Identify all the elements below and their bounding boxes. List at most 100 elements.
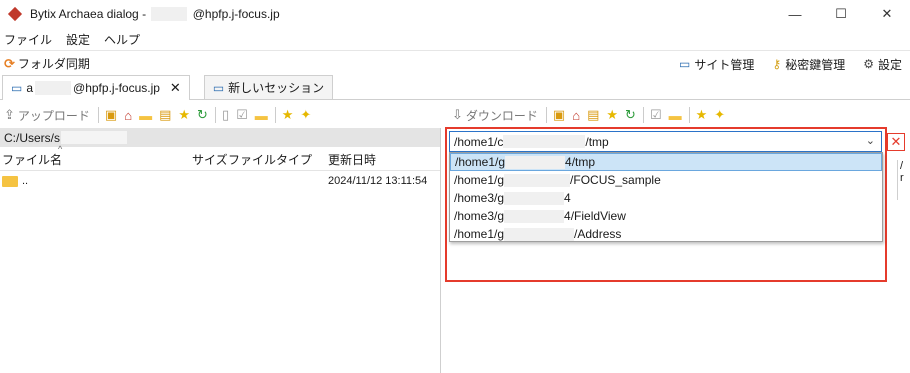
add-folder-icon[interactable]: ▬ [669,108,682,123]
close-icon[interactable]: ✕ [887,133,905,151]
right-toolbar: ▭ サイト管理 ⚷ 秘密鍵管理 ⚙ 設定 [661,51,902,77]
checklist-icon[interactable]: ☑ [236,107,248,123]
tab-new-session-label: 新しいセッション [228,81,325,95]
main-toolbar: ⟳ フォルダ同期 ▭ サイト管理 ⚷ 秘密鍵管理 ⚙ 設定 [0,50,910,76]
refresh-icon[interactable]: ↻ [197,107,208,123]
combo-prefix: /home1/c [454,134,504,149]
close-tab-icon[interactable]: ✕ [170,80,181,96]
new-folder-icon[interactable]: ▣ [553,107,565,123]
terminal-icon[interactable]: ▤ [159,107,171,123]
col-modified[interactable]: 更新日時 [328,151,376,168]
table-row[interactable]: .. 2024/11/12 13:11:54 [0,171,440,193]
title-bar: Bytix Archaea dialog - @hpfp.j-focus.jp … [0,0,910,28]
redacted-block [504,227,575,241]
separator [642,107,644,123]
local-pane: C:/Users/s ^ ファイル名 サイズ ファイルタイプ 更新日時 .. 2… [0,128,441,373]
menu-bar: ファイル 設定 ヘルプ [0,28,910,50]
remote-toolbar: ⇩ ダウンロード ▣ ⌂ ▤ ★ ↻ ☑ ▬ ★ ✦ [452,103,732,127]
computer-icon: ▭ [11,81,23,95]
redacted-block [35,81,72,95]
download-icon: ⇩ [452,107,463,122]
checklist-icon[interactable]: ☑ [650,107,662,123]
separator [274,107,276,123]
gear-icon: ⚙ [863,57,874,71]
separator [545,107,547,123]
computer-icon: ▭ [212,80,225,95]
col-size[interactable]: サイズ [192,151,228,168]
key-manager-label: 秘密鍵管理 [785,57,846,72]
minimize-button[interactable]: — [772,0,818,28]
sync-icon: ⟳ [4,55,15,71]
item-prefix: /home1/g [454,227,505,241]
redacted-block [151,7,188,22]
folder-icon[interactable]: ▬ [139,108,152,123]
download-label: ダウンロード [465,108,538,123]
monitor-icon: ▭ [679,57,691,71]
local-column-header: ^ ファイル名 サイズ ファイルタイプ 更新日時 [0,144,440,171]
tab-label-suffix: @hpfp.j-focus.jp [73,81,160,95]
tab-new-session[interactable]: ▭ 新しいセッション [203,75,334,99]
download-button[interactable]: ⇩ ダウンロード [452,107,538,124]
item-prefix: /home1/g [455,155,506,169]
add-folder-icon[interactable]: ▬ [255,108,268,123]
redacted-block [504,209,565,223]
col-type[interactable]: ファイルタイプ [228,151,312,168]
remote-column-fragment: / r [897,160,910,200]
app-logo-icon [7,6,23,22]
item-suffix: 4/FieldView [564,209,626,223]
local-path-bar[interactable]: C:/Users/s [0,128,440,147]
menu-help[interactable]: ヘルプ [104,31,140,48]
window-title-suffix: @hpfp.j-focus.jp [192,6,280,21]
key-manager-button[interactable]: ⚷ 秘密鍵管理 [772,56,845,73]
terminal-icon[interactable]: ▤ [587,107,599,123]
site-manager-label: サイト管理 [694,57,755,72]
document-icon[interactable]: ▯ [222,107,229,123]
menu-settings[interactable]: 設定 [66,31,90,48]
settings-button[interactable]: ⚙ 設定 [863,56,902,73]
home-icon[interactable]: ⌂ [572,108,580,123]
add-bookmark-icon[interactable]: ★ [282,107,294,123]
item-suffix: 4/tmp [565,155,596,169]
fragment-text: / [900,160,904,172]
dropdown-item[interactable]: /home3/g 4 [450,189,882,207]
window-title: Bytix Archaea dialog - @hpfp.j-focus.jp [30,7,280,22]
star-icon[interactable]: ★ [178,107,190,123]
remote-path-combobox[interactable]: /home1/c /tmp ⌄ [449,131,882,152]
maximize-button[interactable]: ☐ [818,0,864,28]
upload-button[interactable]: ⇪ アップロード [4,107,90,124]
window-controls: — ☐ ✕ [772,0,910,28]
key-icon: ⚷ [772,57,782,71]
bookmarks-icon[interactable]: ✦ [714,107,725,123]
add-bookmark-icon[interactable]: ★ [696,107,708,123]
dropdown-item[interactable]: /home1/g /Address [450,225,882,243]
star-icon[interactable]: ★ [606,107,618,123]
chevron-down-icon[interactable]: ⌄ [866,134,875,147]
separator [688,107,690,123]
redacted-block [505,155,566,169]
item-suffix: /Address [574,227,622,241]
path-history-dropdown: /home1/g 4/tmp /home1/g /FOCUS_sample /h… [449,152,883,242]
dropdown-item[interactable]: /home1/g 4/tmp [450,153,882,171]
site-manager-button[interactable]: ▭ サイト管理 [679,56,754,73]
combo-suffix: /tmp [585,134,609,149]
tab-current-session[interactable]: ▭ a @hpfp.j-focus.jp ✕ [2,75,190,100]
item-prefix: /home1/g [454,173,505,187]
menu-file[interactable]: ファイル [4,31,52,48]
local-path: C:/Users/s [4,130,61,145]
home-icon[interactable]: ⌂ [124,108,132,123]
dropdown-item[interactable]: /home1/g /FOCUS_sample [450,171,882,189]
window-title-prefix: Bytix Archaea dialog - [30,6,147,21]
close-window-button[interactable]: ✕ [864,0,910,28]
session-tabs: ▭ a @hpfp.j-focus.jp ✕ ▭ 新しいセッション [0,75,910,100]
new-folder-icon[interactable]: ▣ [105,107,117,123]
tab-label-prefix: a [26,81,34,95]
separator [214,107,216,123]
dropdown-item[interactable]: /home3/g 4/FieldView [450,207,882,225]
folder-sync-button[interactable]: ⟳ フォルダ同期 [4,55,90,72]
redacted-block [61,131,128,144]
separator [97,107,99,123]
bookmarks-icon[interactable]: ✦ [300,107,311,123]
folder-sync-label: フォルダ同期 [17,57,90,71]
refresh-icon[interactable]: ↻ [625,107,636,123]
col-name[interactable]: ファイル名 [2,151,62,168]
